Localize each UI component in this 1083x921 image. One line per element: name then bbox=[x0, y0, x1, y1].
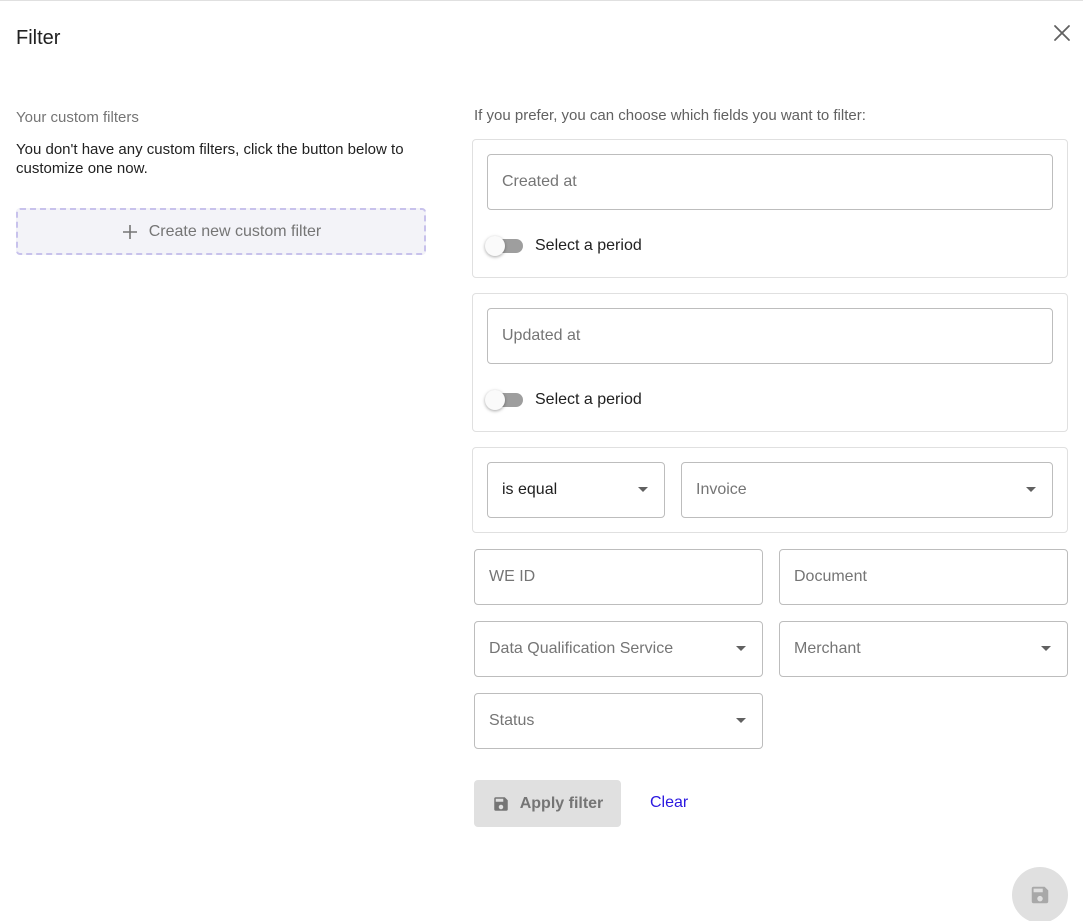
merchant-select[interactable]: Merchant bbox=[779, 621, 1068, 677]
status-placeholder: Status bbox=[489, 712, 535, 729]
created-at-period-label: Select a period bbox=[535, 237, 642, 254]
close-icon bbox=[1054, 25, 1070, 41]
close-button[interactable] bbox=[1049, 20, 1075, 46]
updated-at-placeholder: Updated at bbox=[502, 327, 581, 344]
custom-filters-heading: Your custom filters bbox=[16, 109, 139, 126]
create-custom-filter-button[interactable]: Create new custom filter bbox=[16, 208, 426, 255]
create-custom-filter-label: Create new custom filter bbox=[148, 222, 322, 240]
operator-select[interactable]: is equal bbox=[487, 462, 665, 518]
custom-filters-empty-text: You don't have any custom filters, click… bbox=[16, 141, 404, 177]
apply-filter-button[interactable]: Apply filter bbox=[474, 780, 621, 827]
plus-icon bbox=[122, 224, 137, 239]
caret-down-icon bbox=[638, 487, 648, 492]
caret-down-icon bbox=[1041, 646, 1051, 651]
save-icon bbox=[493, 796, 508, 811]
save-icon bbox=[1031, 886, 1049, 904]
created-at-period-row: Select a period bbox=[485, 236, 642, 256]
caret-down-icon bbox=[736, 646, 746, 651]
caret-down-icon bbox=[1026, 487, 1036, 492]
updated-at-card: Updated at Select a period bbox=[472, 293, 1068, 432]
we-id-input[interactable]: WE ID bbox=[474, 549, 763, 605]
updated-at-period-label: Select a period bbox=[535, 391, 642, 408]
updated-at-period-row: Select a period bbox=[485, 390, 642, 410]
comparison-card: is equal Invoice bbox=[472, 447, 1068, 533]
data-qualification-service-placeholder: Data Qualification Service bbox=[489, 640, 674, 657]
we-id-placeholder: WE ID bbox=[489, 568, 536, 585]
fields-heading: If you prefer, you can choose which fiel… bbox=[474, 107, 866, 124]
created-at-period-toggle[interactable] bbox=[485, 236, 523, 256]
created-at-card: Created at Select a period bbox=[472, 139, 1068, 278]
updated-at-period-toggle[interactable] bbox=[485, 390, 523, 410]
operator-value: is equal bbox=[502, 481, 558, 498]
status-select[interactable]: Status bbox=[474, 693, 763, 749]
dialog-title: Filter bbox=[16, 27, 61, 49]
created-at-input[interactable]: Created at bbox=[487, 154, 1053, 210]
data-qualification-service-select[interactable]: Data Qualification Service bbox=[474, 621, 763, 677]
document-input[interactable]: Document bbox=[779, 549, 1068, 605]
apply-filter-label: Apply filter bbox=[519, 794, 604, 812]
top-divider bbox=[0, 0, 1083, 1]
merchant-placeholder: Merchant bbox=[794, 640, 861, 657]
caret-down-icon bbox=[736, 718, 746, 723]
document-type-select[interactable]: Invoice bbox=[681, 462, 1053, 518]
save-fab-button[interactable] bbox=[1012, 867, 1068, 921]
document-placeholder: Document bbox=[794, 568, 867, 585]
updated-at-input[interactable]: Updated at bbox=[487, 308, 1053, 364]
clear-button[interactable]: Clear bbox=[650, 794, 688, 812]
document-type-placeholder: Invoice bbox=[696, 481, 747, 498]
created-at-placeholder: Created at bbox=[502, 173, 577, 190]
